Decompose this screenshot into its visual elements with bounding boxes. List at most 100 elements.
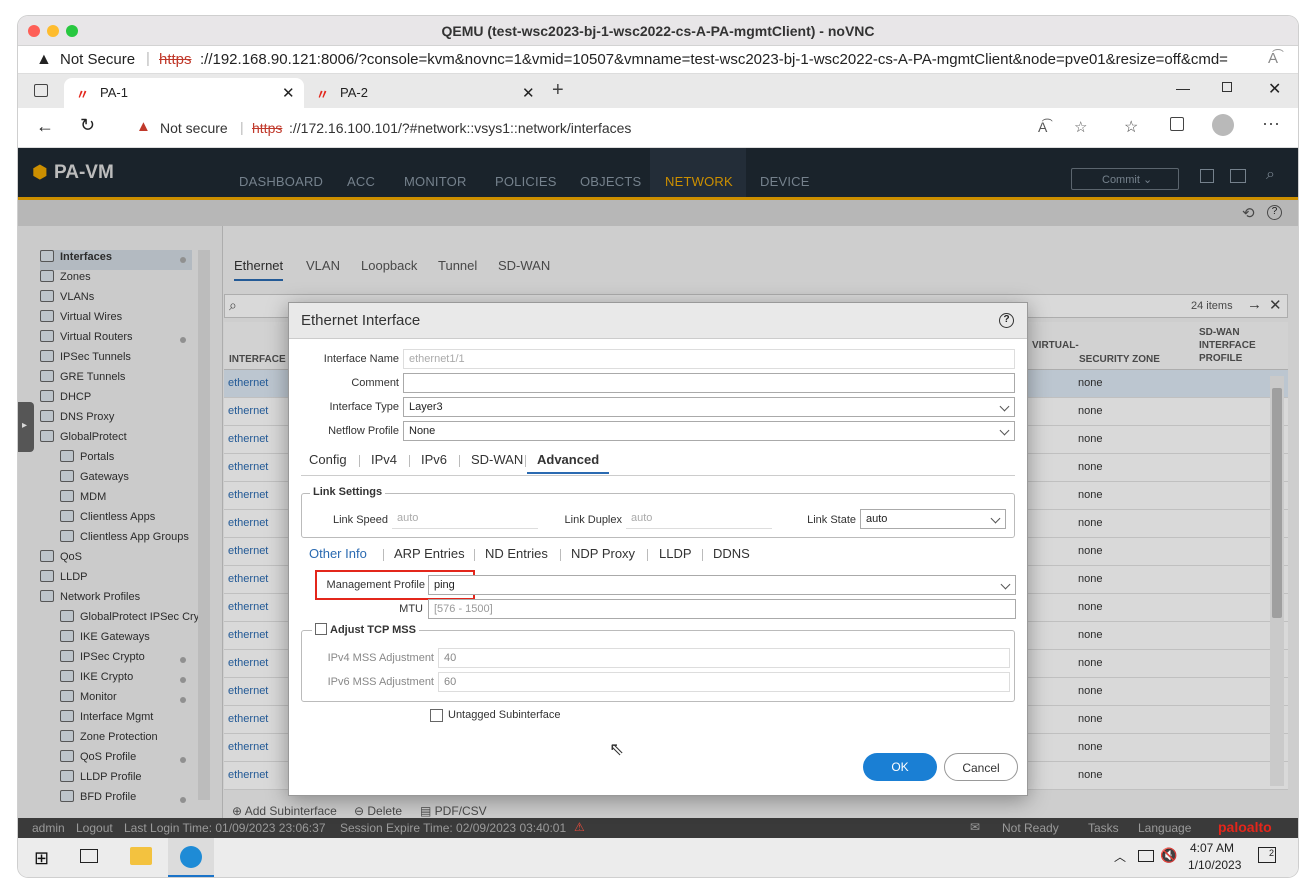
back-icon[interactable]: ← bbox=[36, 116, 54, 137]
address-bar[interactable]: ▲ Not secure | https ://172.16.100.101/?… bbox=[120, 113, 1102, 143]
favorites-icon[interactable]: ☆ bbox=[1124, 117, 1138, 137]
notification-icon[interactable]: 2 bbox=[1258, 847, 1276, 863]
cancel-button[interactable]: Cancel bbox=[944, 753, 1018, 781]
tab-advanced[interactable]: Advanced bbox=[527, 452, 610, 474]
subtab-arp-entries[interactable]: ARP Entries bbox=[394, 546, 465, 561]
tab-actions-icon[interactable] bbox=[34, 84, 48, 97]
close-icon[interactable]: ✕ bbox=[1268, 79, 1281, 99]
paloalto-favicon-icon: 〃 bbox=[76, 87, 90, 102]
network-icon[interactable] bbox=[1138, 850, 1154, 862]
close-tab-icon[interactable]: ✕ bbox=[282, 84, 295, 102]
close-tab-icon[interactable]: ✕ bbox=[522, 84, 535, 102]
tab-ipv6[interactable]: IPv6 bbox=[421, 452, 447, 467]
favorite-add-icon[interactable]: ☆ bbox=[1074, 118, 1087, 136]
paloalto-brand: paloalto bbox=[1218, 819, 1272, 835]
warning-icon: ▲ bbox=[136, 118, 151, 135]
outer-url-text: ://192.168.90.121:8006/?console=kvm&novn… bbox=[200, 51, 1228, 68]
clock-date[interactable]: 1/10/2023 bbox=[1188, 858, 1241, 872]
chevron-down-icon bbox=[1000, 579, 1011, 590]
separator bbox=[459, 455, 460, 467]
clock-time[interactable]: 4:07 AM bbox=[1190, 841, 1234, 855]
subtab-lldp[interactable]: LLDP bbox=[659, 546, 692, 561]
selected-value: None bbox=[409, 425, 436, 437]
chevron-down-icon bbox=[999, 425, 1010, 436]
interface-type-select[interactable]: Layer3 bbox=[403, 397, 1015, 417]
status-not-ready[interactable]: Not Ready bbox=[1002, 821, 1059, 835]
subtab-ddns[interactable]: DDNS bbox=[713, 546, 750, 561]
management-profile-label: Management Profile bbox=[326, 579, 425, 591]
logout-link[interactable]: Logout bbox=[76, 821, 113, 835]
subtab-other-info[interactable]: Other Info bbox=[309, 546, 367, 561]
language-link[interactable]: Language bbox=[1138, 821, 1191, 835]
task-view-icon[interactable] bbox=[80, 849, 98, 863]
untagged-subinterface-checkbox[interactable] bbox=[430, 709, 443, 722]
tray-chevron-icon[interactable]: ︿ bbox=[1114, 848, 1126, 865]
untagged-subinterface-label: Untagged Subinterface bbox=[448, 709, 561, 721]
minimize-icon[interactable]: — bbox=[1176, 80, 1190, 96]
tab-ipv4[interactable]: IPv4 bbox=[371, 452, 397, 467]
ok-button[interactable]: OK bbox=[863, 753, 937, 781]
adjust-tcp-mss-group: Adjust TCP MSS IPv4 MSS Adjustment 40 IP… bbox=[301, 623, 1015, 702]
read-aloud-icon[interactable]: A͡ bbox=[1038, 119, 1047, 135]
profile-avatar[interactable] bbox=[1212, 114, 1234, 136]
windows-taskbar: ⊞ ︿ 🔇 4:07 AM 1/10/2023 2 bbox=[18, 838, 1298, 877]
tasks-link[interactable]: Tasks bbox=[1088, 821, 1119, 835]
selected-value: auto bbox=[866, 513, 888, 525]
separator: | bbox=[240, 119, 244, 135]
interface-type-label: Interface Type bbox=[329, 401, 399, 413]
separator bbox=[647, 549, 648, 561]
subtab-ndp-proxy[interactable]: NDP Proxy bbox=[571, 546, 635, 561]
subtab-nd-entries[interactable]: ND Entries bbox=[485, 546, 548, 561]
netflow-profile-select[interactable]: None bbox=[403, 421, 1015, 441]
more-icon[interactable]: ··· bbox=[1262, 113, 1280, 134]
restore-icon[interactable] bbox=[1222, 82, 1232, 92]
selected-value: Layer3 bbox=[409, 401, 443, 413]
adjust-tcp-mss-checkbox[interactable] bbox=[315, 623, 327, 635]
separator bbox=[474, 549, 475, 561]
edge-icon bbox=[180, 846, 202, 868]
ipv6-mss-label: IPv6 MSS Adjustment bbox=[327, 676, 434, 688]
link-speed-field: auto bbox=[392, 509, 538, 529]
warning-icon[interactable]: ⚠ bbox=[574, 820, 585, 834]
outer-not-secure: Not Secure bbox=[60, 51, 136, 68]
scheme: https bbox=[252, 120, 283, 136]
selected-value: ping bbox=[434, 579, 455, 591]
tab-label: PA-1 bbox=[100, 85, 128, 100]
label: Adjust TCP MSS bbox=[330, 624, 416, 636]
read-aloud-icon[interactable]: A͡ bbox=[1268, 50, 1278, 67]
windows-start-icon[interactable]: ⊞ bbox=[34, 848, 49, 869]
management-profile-select[interactable]: ping bbox=[428, 575, 1016, 595]
mouse-cursor: ⇖ bbox=[609, 739, 625, 759]
footer-user: admin bbox=[32, 821, 65, 835]
outer-scheme: https bbox=[159, 51, 192, 68]
volume-icon[interactable]: 🔇 bbox=[1160, 847, 1177, 864]
new-tab-icon[interactable]: + bbox=[552, 79, 564, 102]
file-explorer-icon[interactable] bbox=[130, 847, 152, 865]
outer-url-bar[interactable]: ▲ Not Secure | https ://192.168.90.121:8… bbox=[18, 46, 1298, 74]
last-login: Last Login Time: 01/09/2023 23:06:37 bbox=[124, 821, 326, 835]
refresh-icon[interactable]: ↻ bbox=[80, 115, 95, 136]
ipv6-mss-field: 60 bbox=[438, 672, 1010, 692]
status-footer: admin Logout Last Login Time: 01/09/2023… bbox=[18, 818, 1298, 838]
tab-sdwan[interactable]: SD-WAN bbox=[471, 452, 523, 467]
titlebar: QEMU (test-wsc2023-bj-1-wsc2022-cs-A-PA-… bbox=[18, 16, 1298, 46]
window-title: QEMU (test-wsc2023-bj-1-wsc2022-cs-A-PA-… bbox=[441, 23, 875, 39]
separator bbox=[525, 455, 526, 467]
browser-toolbar: ← ↻ ▲ Not secure | https ://172.16.100.1… bbox=[18, 108, 1298, 148]
link-state-select[interactable]: auto bbox=[860, 509, 1006, 529]
edge-taskbar-button[interactable] bbox=[168, 838, 214, 877]
tab-pa-1[interactable]: 〃 PA-1 ✕ bbox=[64, 78, 304, 108]
not-secure-label: Not secure bbox=[160, 120, 228, 136]
separator bbox=[702, 549, 703, 561]
dialog-title: Ethernet Interface bbox=[301, 312, 421, 329]
session-expire: Session Expire Time: 02/09/2023 03:40:01 bbox=[340, 821, 567, 835]
collections-icon[interactable] bbox=[1170, 117, 1184, 131]
comment-field[interactable] bbox=[403, 373, 1015, 393]
mtu-field[interactable]: [576 - 1500] bbox=[428, 599, 1016, 619]
tab-config[interactable]: Config bbox=[309, 452, 347, 467]
mail-icon[interactable]: ✉ bbox=[970, 820, 980, 834]
help-icon[interactable]: ? bbox=[999, 313, 1014, 328]
tab-label: PA-2 bbox=[340, 85, 368, 100]
tab-pa-2[interactable]: 〃 PA-2 ✕ bbox=[304, 78, 544, 108]
paloalto-favicon-icon: 〃 bbox=[316, 87, 330, 102]
